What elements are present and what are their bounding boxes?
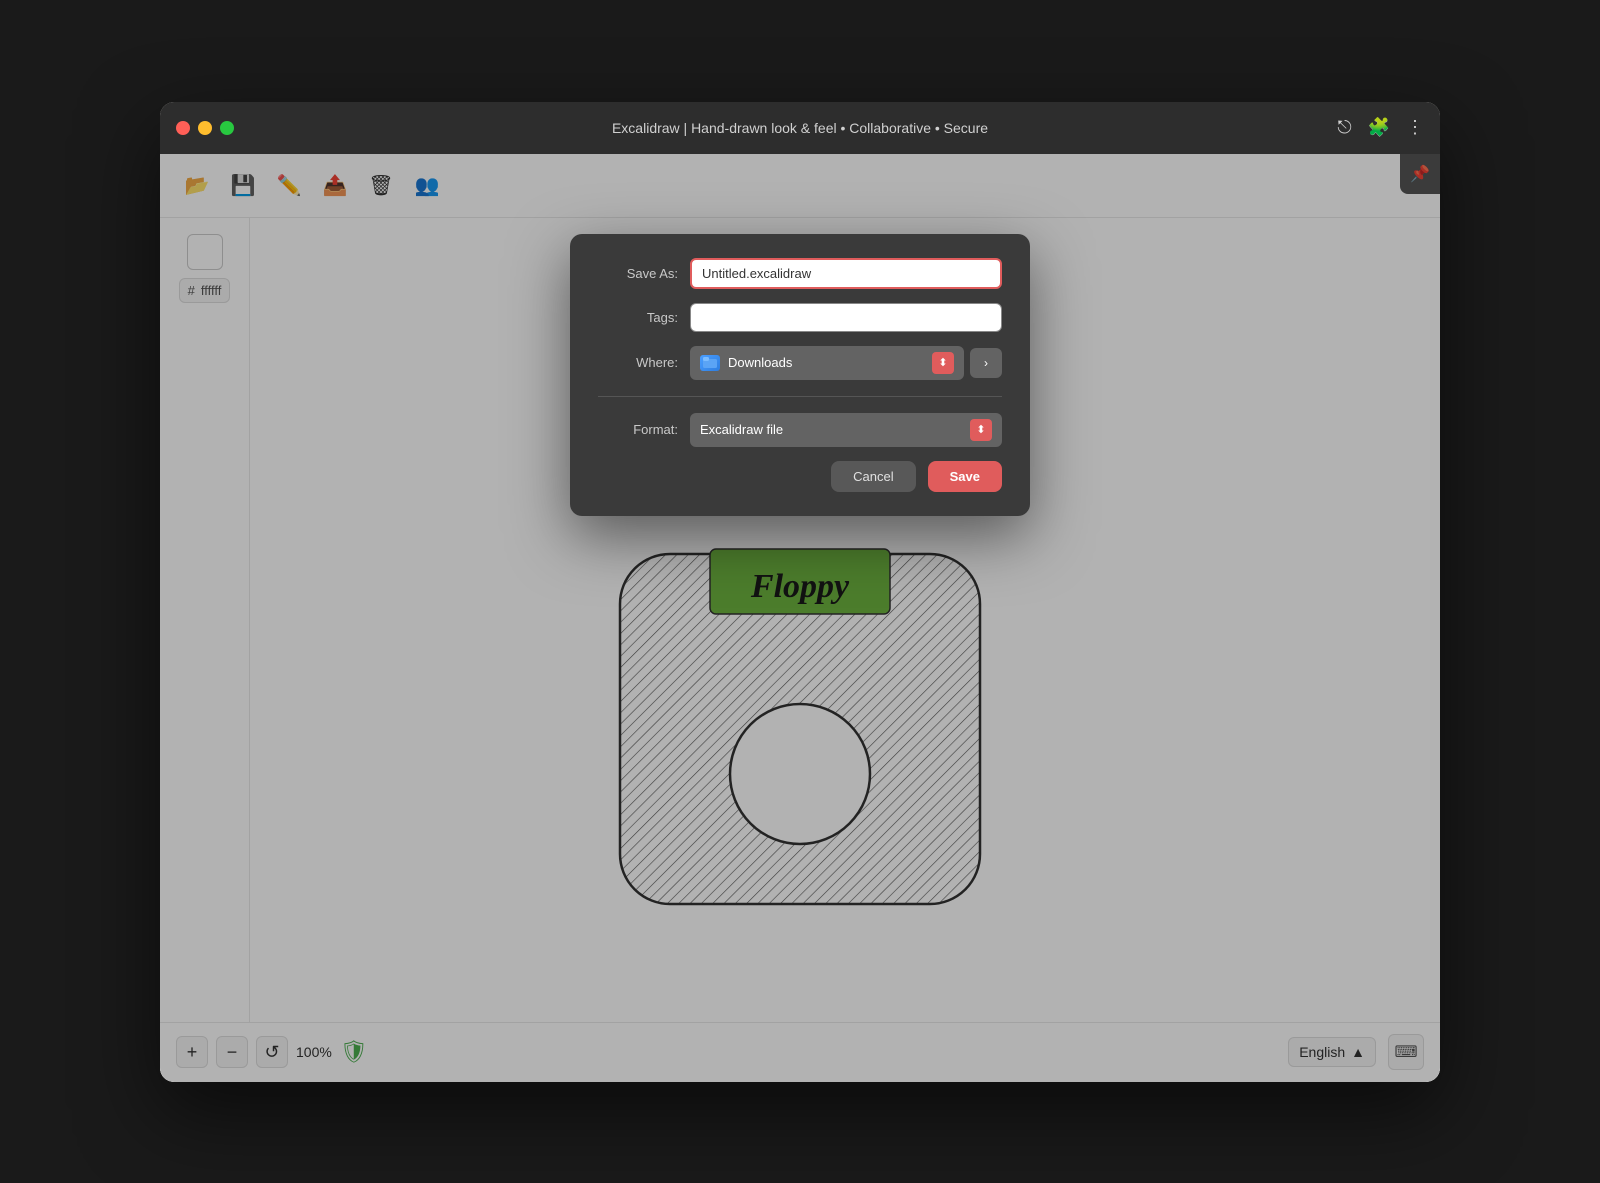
main-window: Excalidraw | Hand-drawn look & feel • Co… — [160, 102, 1440, 1082]
modal-divider — [598, 396, 1002, 397]
save-as-label: Save As: — [598, 266, 678, 281]
expand-btn[interactable]: › — [970, 348, 1002, 378]
close-button[interactable] — [176, 121, 190, 135]
where-arrow-icon: ⬍ — [932, 352, 954, 374]
folder-icon — [700, 355, 720, 371]
cancel-button[interactable]: Cancel — [831, 461, 915, 492]
tags-input[interactable] — [690, 303, 1002, 332]
main-area: 📂 💾 ✏️ 📤 🗑 👥 # ffffff — [160, 154, 1440, 1082]
where-value: Downloads — [728, 355, 792, 370]
traffic-lights — [176, 121, 234, 135]
modal-buttons: Cancel Save — [598, 461, 1002, 492]
title-bar-actions: ⎋ 🧩 ⋮ — [1337, 117, 1424, 138]
format-label: Format: — [598, 422, 678, 437]
tags-label: Tags: — [598, 310, 678, 325]
extensions-icon[interactable]: 🧩 — [1368, 117, 1390, 138]
save-button[interactable]: Save — [928, 461, 1002, 492]
window-title: Excalidraw | Hand-drawn look & feel • Co… — [612, 120, 988, 136]
save-as-input[interactable] — [690, 258, 1002, 289]
more-menu-icon[interactable]: ⋮ — [1406, 117, 1424, 138]
minimize-button[interactable] — [198, 121, 212, 135]
share-icon[interactable]: ⎋ — [1337, 117, 1351, 138]
where-row: Where: Downloads — [598, 346, 1002, 380]
format-select[interactable]: Excalidraw file ⬍ — [690, 413, 1002, 447]
tags-row: Tags: — [598, 303, 1002, 332]
save-as-row: Save As: — [598, 258, 1002, 289]
modal-overlay: Save As: Tags: Where: — [160, 154, 1440, 1082]
where-label: Where: — [598, 355, 678, 370]
save-dialog: Save As: Tags: Where: — [570, 234, 1030, 516]
format-value: Excalidraw file — [700, 422, 783, 437]
title-bar: Excalidraw | Hand-drawn look & feel • Co… — [160, 102, 1440, 154]
where-select-wrapper: Downloads ⬍ › — [690, 346, 1002, 380]
where-select-left: Downloads — [700, 355, 792, 371]
format-row: Format: Excalidraw file ⬍ — [598, 413, 1002, 447]
where-select[interactable]: Downloads ⬍ — [690, 346, 964, 380]
maximize-button[interactable] — [220, 121, 234, 135]
format-arrow-icon: ⬍ — [970, 419, 992, 441]
